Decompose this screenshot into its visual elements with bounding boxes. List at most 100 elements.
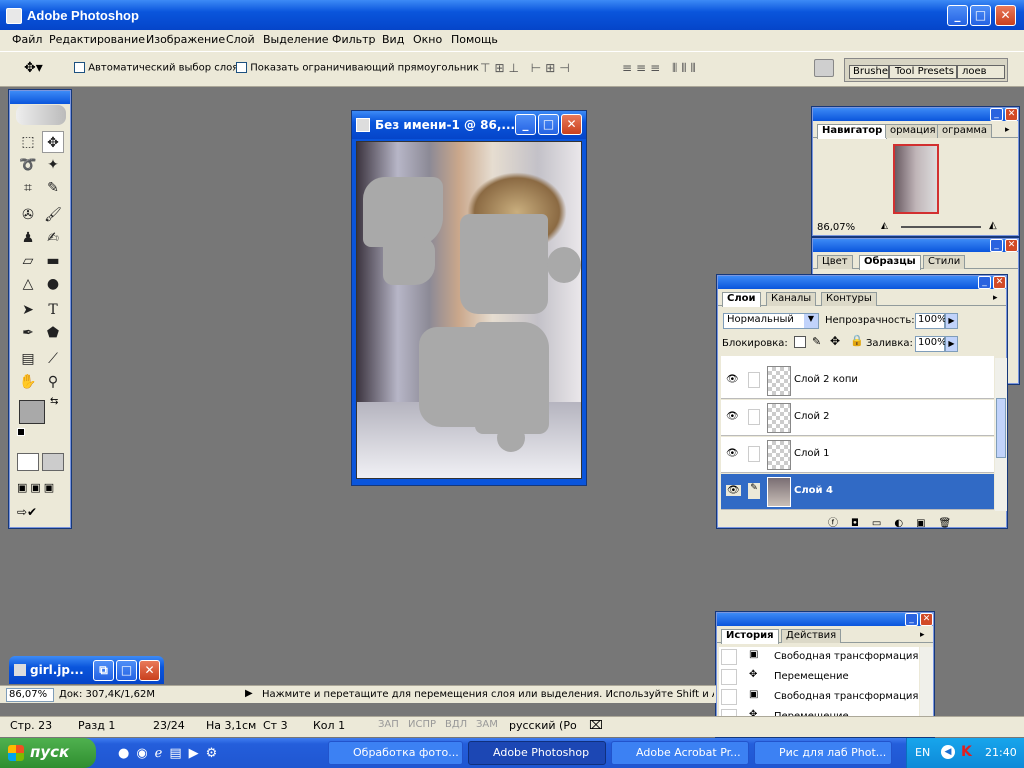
blend-mode-select[interactable]: Нормальный ▼: [723, 313, 819, 329]
navigator-zoom-slider[interactable]: [901, 226, 981, 228]
tab-paths[interactable]: Контуры: [821, 292, 877, 306]
eraser-tool-icon[interactable]: ▱: [17, 250, 39, 272]
clone-stamp-icon[interactable]: ♟: [17, 227, 39, 249]
distribute-buttons[interactable]: ≡≡≡ ⦀⦀⦀: [622, 61, 700, 76]
taskbar-button-folder[interactable]: Рис для лаб Phot...: [754, 741, 892, 765]
file-browser-icon[interactable]: [814, 59, 834, 77]
dodge-tool-icon[interactable]: ●: [42, 273, 64, 295]
lock-all-icon[interactable]: 🔒: [850, 334, 864, 347]
lock-transparency-icon[interactable]: [794, 336, 806, 348]
menu-filter[interactable]: Фильтр: [332, 33, 376, 46]
opacity-arrow-button[interactable]: ▶: [945, 313, 958, 329]
lock-position-icon[interactable]: ✥: [830, 334, 840, 348]
word-ext[interactable]: ВДЛ: [445, 719, 467, 730]
foreground-color-swatch[interactable]: [19, 400, 45, 424]
layer-row[interactable]: 👁 Слой 1: [721, 437, 994, 473]
tab-channels[interactable]: Каналы: [766, 292, 817, 306]
chevron-down-icon[interactable]: ▼: [804, 314, 818, 328]
status-doc-size[interactable]: Док: 307,4K/1,62M: [59, 689, 155, 700]
hand-tool-icon[interactable]: ✋: [17, 371, 39, 393]
fill-input[interactable]: 100%: [915, 336, 947, 352]
navigator-zoom-in-icon[interactable]: ◭: [989, 220, 997, 231]
layer-row[interactable]: 👁 Слой 2 копи: [721, 363, 994, 399]
status-zoom[interactable]: 86,07%: [6, 688, 54, 702]
toolbox-title-bar[interactable]: [10, 91, 70, 104]
type-tool-icon[interactable]: T: [42, 299, 64, 321]
taskbar-button-acrobat[interactable]: Adobe Acrobat Pr...: [611, 741, 749, 765]
slice-tool-icon[interactable]: ✎: [42, 177, 64, 199]
standard-mode-button[interactable]: [17, 453, 39, 471]
layers-close-button[interactable]: ✕: [993, 276, 1006, 289]
shape-tool-icon[interactable]: ⬟: [42, 322, 64, 344]
menu-image[interactable]: Изображение: [146, 33, 225, 46]
history-brush-icon[interactable]: ✍: [42, 227, 64, 249]
start-button[interactable]: пуск: [0, 738, 96, 768]
crop-tool-icon[interactable]: ⌗: [17, 177, 39, 199]
history-snapshot-box[interactable]: [721, 689, 737, 705]
layers-title-bar[interactable]: [718, 276, 1006, 289]
show-bounds-option[interactable]: Показать ограничивающий прямоугольник: [236, 62, 479, 74]
document-minimize-button[interactable]: _: [515, 114, 536, 135]
jump-to-imageready-icon[interactable]: ⇨✔: [17, 505, 65, 523]
menu-help[interactable]: Помощь: [451, 33, 498, 46]
spelling-status-icon[interactable]: ⌧: [589, 718, 603, 732]
history-item[interactable]: ▣ Свободная трансформация: [719, 647, 919, 667]
layers-footer-buttons[interactable]: ⓕ◘▭◐▣🗑: [828, 514, 1003, 529]
taskbar-button-word[interactable]: Обработка фото...: [328, 741, 463, 765]
layers-scrollbar[interactable]: [995, 358, 1007, 511]
quick-launch[interactable]: ●◉ℯ▤▶⚙: [118, 746, 224, 761]
layer-link-box[interactable]: [748, 446, 760, 462]
brush-tool-icon[interactable]: 🖌: [42, 204, 64, 226]
document-close-button[interactable]: ✕: [561, 114, 582, 135]
marquee-tool-icon[interactable]: ⬚: [17, 131, 39, 153]
app-title-bar[interactable]: Adobe Photoshop _ □ ✕: [0, 0, 1024, 30]
opacity-input[interactable]: 100%: [915, 313, 947, 329]
minimize-button[interactable]: _: [947, 5, 968, 26]
navigator-zoom-out-icon[interactable]: ◭: [881, 221, 888, 231]
word-trk[interactable]: ИСПР: [408, 719, 436, 730]
menu-edit[interactable]: Редактирование: [49, 33, 145, 46]
minimized-document-window[interactable]: girl.jp... ⧉ □ ✕: [9, 656, 164, 684]
layers-minimize-button[interactable]: _: [978, 276, 991, 289]
move-tool-preset-icon[interactable]: ✥▾: [24, 60, 43, 76]
document-title-bar[interactable]: Без имени-1 @ 86,... _ □ ✕: [352, 111, 586, 139]
tab-layers[interactable]: Слои: [722, 292, 761, 307]
history-item[interactable]: ✥ Перемещение: [719, 667, 919, 687]
menu-file[interactable]: Файл: [12, 33, 42, 46]
layer-row-selected[interactable]: 👁 ✎ Слой 4: [721, 474, 994, 510]
word-rec[interactable]: ЗАП: [378, 719, 399, 730]
eye-icon[interactable]: 👁: [726, 485, 741, 496]
lasso-tool-icon[interactable]: ➰: [17, 154, 39, 176]
well-tab-brushes[interactable]: Brushe: [849, 65, 889, 79]
tab-actions[interactable]: Действия: [781, 629, 842, 643]
tray-language[interactable]: EN: [915, 746, 930, 759]
navigator-zoom-value[interactable]: 86,07%: [817, 222, 855, 233]
taskbar-button-photoshop[interactable]: Adobe Photoshop: [468, 741, 606, 765]
close-button[interactable]: ✕: [995, 5, 1016, 26]
healing-brush-icon[interactable]: ✇: [17, 204, 39, 226]
default-colors-icon[interactable]: [17, 428, 25, 436]
tab-navigator[interactable]: Навигатор: [817, 124, 888, 139]
minimized-close-button[interactable]: ✕: [139, 660, 160, 681]
path-select-icon[interactable]: ➤: [17, 299, 39, 321]
menu-view[interactable]: Вид: [382, 33, 404, 46]
fill-arrow-button[interactable]: ▶: [945, 336, 958, 352]
history-close-button[interactable]: ✕: [920, 613, 933, 626]
magic-wand-icon[interactable]: ✦: [42, 154, 64, 176]
word-ovr[interactable]: ЗАМ: [476, 719, 498, 730]
minimized-restore-button[interactable]: ⧉: [93, 660, 114, 681]
menu-layer[interactable]: Слой: [226, 33, 255, 46]
history-title-bar[interactable]: [717, 613, 933, 626]
layer-link-box[interactable]: [748, 372, 760, 388]
swap-colors-icon[interactable]: ⇆: [50, 396, 58, 407]
swatches-close-button[interactable]: ✕: [1005, 239, 1018, 252]
tab-color[interactable]: Цвет: [817, 255, 853, 269]
well-tab-layer-comps[interactable]: лоев: [957, 65, 1005, 79]
scroll-thumb[interactable]: [996, 398, 1006, 458]
align-buttons[interactable]: ⊤⊞⊥ ⊢⊞⊣: [480, 61, 574, 75]
tab-histogram[interactable]: ограмма: [937, 124, 993, 138]
history-minimize-button[interactable]: _: [905, 613, 918, 626]
show-bounds-checkbox[interactable]: [236, 62, 247, 73]
navigator-thumbnail[interactable]: [893, 144, 939, 214]
gradient-tool-icon[interactable]: ▬: [42, 250, 64, 272]
